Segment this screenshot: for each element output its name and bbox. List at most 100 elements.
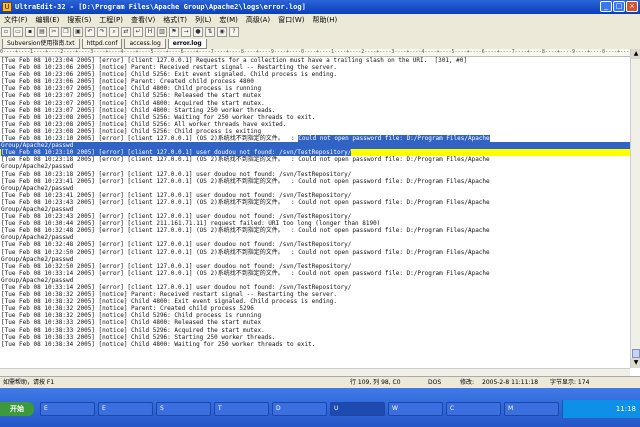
log-line: [Tue Feb 08 10:33:14 2005] [error] [clie… xyxy=(1,284,352,291)
log-line: [Tue Feb 08 10:32:48 2005] [error] [clie… xyxy=(1,227,490,235)
maximize-button[interactable]: □ xyxy=(613,1,625,12)
selected-text: Could not open password file: D:/Program… xyxy=(298,135,490,143)
file-tab-3[interactable]: error.log xyxy=(167,39,207,49)
taskbar-button-1[interactable]: E xyxy=(98,402,153,416)
bookmark-icon[interactable]: ⚑ xyxy=(169,27,179,37)
log-line: [Tue Feb 08 10:23:06 2005] [notice] Chil… xyxy=(1,71,337,79)
toolbar: ▫ ▭ ▪ ▤ ✂ ❐ ▣ ↶ ↷ ⌕ ⇄ ↵ H ▥ ⚑ → ● ⇅ ◉ ? xyxy=(0,26,640,40)
goto-icon[interactable]: → xyxy=(181,27,191,37)
log-line: Group/Apache2/passwd xyxy=(1,234,74,242)
file-tab-0[interactable]: Subversion使用指南.txt xyxy=(2,39,80,49)
taskbar-button-3[interactable]: T xyxy=(214,402,269,416)
print-icon[interactable]: ▤ xyxy=(37,27,47,37)
log-line: [Tue Feb 08 10:23:10 2005] [error] [clie… xyxy=(1,135,490,143)
title-bar[interactable]: U UltraEdit-32 - [D:\Program Files\Apach… xyxy=(0,0,640,14)
save-icon[interactable]: ▪ xyxy=(25,27,35,37)
log-line: [Tue Feb 08 10:33:14 2005] [error] [clie… xyxy=(1,269,490,277)
menu-item-5[interactable]: 格式(T) xyxy=(159,14,191,26)
windows-taskbar: 开始 EESTDUWCM 11:18 xyxy=(0,388,640,427)
menu-item-1[interactable]: 编辑(E) xyxy=(32,14,64,26)
macro-icon[interactable]: ● xyxy=(193,27,203,37)
redo-icon[interactable]: ↷ xyxy=(97,27,107,37)
taskbar-button-4[interactable]: D xyxy=(272,402,327,416)
log-line: Group/Apache2/passwd xyxy=(1,205,74,213)
log-line: [Tue Feb 08 10:23:41 2005] [error] [clie… xyxy=(1,177,490,185)
vertical-scrollbar[interactable]: ▲ ▼ xyxy=(630,49,640,368)
log-line: [Tue Feb 08 10:23:06 2005] [notice] Pare… xyxy=(1,64,337,72)
taskbar-button-2[interactable]: S xyxy=(156,402,211,416)
taskbar-button-8[interactable]: M xyxy=(504,402,559,416)
new-file-icon[interactable]: ▫ xyxy=(1,27,11,37)
browser-icon[interactable]: ◉ xyxy=(217,27,227,37)
log-line: [Tue Feb 08 10:38:34 2005] [notice] Chil… xyxy=(1,340,316,348)
menu-item-3[interactable]: 工程(P) xyxy=(95,14,127,26)
log-line: [Tue Feb 08 10:23:41 2005] [error] [clie… xyxy=(1,191,352,199)
close-button[interactable]: × xyxy=(626,1,638,12)
menu-item-4[interactable]: 查看(V) xyxy=(127,14,159,26)
paste-icon[interactable]: ▣ xyxy=(73,27,83,37)
log-line: Group/Apache2/passwd xyxy=(1,276,74,284)
menu-item-9[interactable]: 窗口(W) xyxy=(274,14,308,26)
taskbar-button-7[interactable]: C xyxy=(446,402,501,416)
replace-icon[interactable]: ⇄ xyxy=(121,27,131,37)
log-line: [Tue Feb 08 10:38:33 2005] [notice] Chil… xyxy=(1,333,276,341)
scroll-down-icon[interactable]: ▼ xyxy=(631,358,640,368)
word-wrap-icon[interactable]: ↵ xyxy=(133,27,143,37)
ftp-icon[interactable]: ⇅ xyxy=(205,27,215,37)
text-editor[interactable]: [Tue Feb 08 10:23:04 2005] [error] [clie… xyxy=(0,57,630,368)
taskbar-button-0[interactable]: E xyxy=(40,402,95,416)
menu-item-6[interactable]: 列(L) xyxy=(191,14,215,26)
menu-item-2[interactable]: 搜索(S) xyxy=(63,14,95,26)
log-line: [Tue Feb 08 10:32:50 2005] [error] [clie… xyxy=(1,262,352,270)
file-tab-1[interactable]: httpd.conf xyxy=(81,39,123,49)
file-tab-2[interactable]: access.log xyxy=(124,39,166,49)
open-file-icon[interactable]: ▭ xyxy=(13,27,23,37)
cut-icon[interactable]: ✂ xyxy=(49,27,59,37)
log-line: [Tue Feb 08 10:23:07 2005] [notice] Chil… xyxy=(1,85,262,93)
log-line: [Tue Feb 08 10:23:06 2005] [notice] Pare… xyxy=(1,78,254,86)
log-line: [Tue Feb 08 10:23:08 2005] [notice] Chil… xyxy=(1,120,287,128)
log-line: [Tue Feb 08 10:23:08 2005] [notice] Chil… xyxy=(1,113,316,121)
log-line: Group/Apache2/passwd xyxy=(0,142,630,150)
copy-icon[interactable]: ❐ xyxy=(61,27,71,37)
find-icon[interactable]: ⌕ xyxy=(109,27,119,37)
log-line: [Tue Feb 08 10:23:43 2005] [error] [clie… xyxy=(1,213,352,221)
menu-bar: 文件(F) 编辑(E) 搜索(S) 工程(P) 查看(V) 格式(T) 列(L) 宏(M) 高级… xyxy=(0,14,640,26)
log-line: Group/Apache2/passwd xyxy=(1,163,74,171)
log-line: [Tue Feb 08 10:38:33 2005] [notice] Chil… xyxy=(1,326,265,334)
scroll-up-icon[interactable]: ▲ xyxy=(631,49,640,59)
log-line: [Tue Feb 08 10:23:04 2005] [error] [clie… xyxy=(1,57,467,64)
taskbar-button-5[interactable]: U xyxy=(330,402,385,416)
file-tabs: Subversion使用指南.txt httpd.conf access.log er… xyxy=(0,39,640,49)
menu-item-8[interactable]: 高级(A) xyxy=(242,14,274,26)
column-mode-icon[interactable]: ▥ xyxy=(157,27,167,37)
ultraedit-app-icon[interactable]: U xyxy=(2,2,12,12)
window-controls: _ □ × xyxy=(599,1,638,13)
log-line: [Tue Feb 08 10:23:18 2005] [error] [clie… xyxy=(1,170,352,178)
column-ruler: 0----+----1----+----2----+----3----+----… xyxy=(0,49,630,57)
menu-item-10[interactable]: 帮助(H) xyxy=(309,14,342,26)
start-button[interactable]: 开始 xyxy=(0,402,34,416)
log-line: [Tue Feb 08 10:38:33 2005] [notice] Chil… xyxy=(1,319,262,327)
log-line: [Tue Feb 08 10:23:07 2005] [notice] Chil… xyxy=(1,106,276,114)
log-line: [Tue Feb 08 10:23:08 2005] [notice] Chil… xyxy=(1,127,262,135)
undo-icon[interactable]: ↶ xyxy=(85,27,95,37)
help-icon[interactable]: ? xyxy=(229,27,239,37)
menu-item-7[interactable]: 宏(M) xyxy=(215,14,242,26)
log-line: [Tue Feb 08 10:38:32 2005] [notice] Pare… xyxy=(1,305,254,313)
log-line: Group/Apache2/passwd xyxy=(1,255,74,263)
minimize-button[interactable]: _ xyxy=(600,1,612,12)
log-line: [Tue Feb 08 10:23:18 2005] [error] [clie… xyxy=(1,156,490,164)
system-tray: 11:18 xyxy=(562,400,640,418)
log-line: [Tue Feb 08 10:38:32 2005] [notice] Chil… xyxy=(1,312,262,320)
taskbar-button-6[interactable]: W xyxy=(388,402,443,416)
log-line: [Tue Feb 08 10:32:48 2005] [error] [clie… xyxy=(1,241,352,249)
hex-mode-icon[interactable]: H xyxy=(145,27,155,37)
log-line: [Tue Feb 08 10:32:50 2005] [error] [clie… xyxy=(1,248,490,256)
window-title: UltraEdit-32 - [D:\Program Files\Apache … xyxy=(15,3,306,11)
log-line: [Tue Feb 08 10:38:32 2005] [notice] Chil… xyxy=(1,298,337,306)
scroll-thumb[interactable] xyxy=(632,349,640,358)
log-line: [Tue Feb 08 10:23:43 2005] [error] [clie… xyxy=(1,198,490,206)
log-line: [Tue Feb 08 10:38:32 2005] [notice] Pare… xyxy=(1,291,337,299)
menu-item-0[interactable]: 文件(F) xyxy=(0,14,32,26)
